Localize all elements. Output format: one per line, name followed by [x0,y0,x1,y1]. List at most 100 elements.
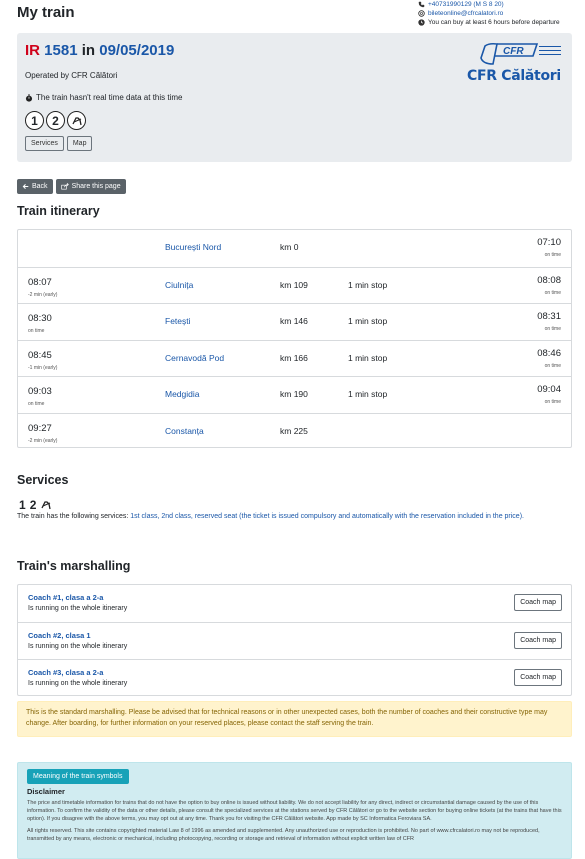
info-panel: Meaning of the train symbols Disclaimer … [17,762,572,859]
itinerary-row: București Nord km 0 07:10 on time [18,230,571,267]
station-link[interactable]: Fetești [165,316,191,326]
coach-map-button[interactable]: Coach map [514,669,562,686]
share-button[interactable]: Share this page [55,179,126,194]
coach-title: Coach #3, clasa a 2-a [28,668,104,677]
stop-duration: 1 min stop [348,352,388,363]
distance-km: km 166 [280,352,308,363]
rights-text: All rights reserved. This site contains … [27,828,540,842]
train-symbols-button[interactable]: Meaning of the train symbols [27,769,129,784]
train-symbols: 1 2 [25,111,86,130]
departure-time: 08:08 [537,274,561,286]
buy-notice: You can buy at least 6 hours before depa… [428,19,560,26]
marshalling-list: Coach #1, clasa a 2-a Is running on the … [17,584,572,696]
reserved-seat-icon[interactable] [67,111,86,130]
services-text-list: 1st class, 2nd class, reserved seat (the… [130,513,524,520]
second-class-icon[interactable]: 2 [46,111,65,130]
realtime-notice-row: The train hasn't real time data at this … [25,93,182,102]
marshalling-title: Train's marshalling [17,559,131,573]
station-link[interactable]: Constanța [165,426,204,436]
itinerary-row: 08:45 -1 min (early) Cernavodă Pod km 16… [18,339,571,377]
first-class-service-icon: 1 [19,498,26,512]
arrival-time: 09:03 [28,386,52,397]
page-title: My train [17,4,75,21]
coach-subtitle: Is running on the whole itinerary [28,643,128,650]
cfr-logo: CFR CFR Călători [467,42,563,88]
services-description: The train has the following services: 1s… [17,512,572,522]
departure-delay: on time [544,399,561,405]
coach-title: Coach #2, clasa 1 [28,631,91,640]
phone-icon [418,1,425,8]
notice-row: You can buy at least 6 hours before depa… [418,18,560,27]
coach-subtitle: Is running on the whole itinerary [28,605,128,612]
services-tab[interactable]: Services [25,136,64,151]
train-category: IR [25,42,40,59]
departure-time: 09:04 [537,384,561,395]
email-link[interactable]: bileteonline@cfrcalatori.ro [428,9,503,18]
map-tab[interactable]: Map [66,136,93,151]
stop-duration: 1 min stop [348,316,388,326]
departure-time: 07:10 [537,237,561,248]
back-button[interactable]: Back [17,179,53,194]
reservation-icon [71,116,82,125]
itinerary-title: Train itinerary [17,204,100,218]
back-label: Back [32,183,48,190]
itinerary-table: București Nord km 0 07:10 on time 08:07 … [17,229,572,448]
at-icon [418,10,425,17]
train-heading: IR 1581 in 09/05/2019 [25,42,174,59]
distance-km: km 190 [280,389,308,399]
stop-duration: 1 min stop [348,389,388,399]
coach-map-button[interactable]: Coach map [514,632,562,649]
action-buttons: Back Share this page [17,179,126,194]
coach-map-button[interactable]: Coach map [514,594,562,611]
arrival-delay: -2 min (early) [28,437,58,444]
departure-time: 08:31 [537,311,561,322]
first-class-icon[interactable]: 1 [25,111,44,130]
disclaimer-title: Disclaimer [27,787,65,796]
station-link[interactable]: Medgidia [165,389,200,399]
distance-km: km 146 [280,316,308,326]
stopwatch-icon [25,93,33,102]
reserved-seat-service-icon [41,501,52,510]
distance-km: km 225 [280,425,308,436]
services-text-lead: The train has the following services: [17,513,131,520]
stop-duration: 1 min stop [348,279,388,290]
services-title: Services [17,473,69,487]
departure-delay: on time [544,289,561,296]
train-number: 1581 [44,42,78,59]
departure-time: 08:46 [537,347,561,359]
phone-link[interactable]: +40731990129 (M S 8 20) [428,0,504,9]
second-class-service-icon: 2 [29,498,37,512]
card-tabs: Services Map [25,136,93,151]
share-label: Share this page [71,183,121,190]
itinerary-row: 08:30 on time Fetești km 146 1 min stop … [18,303,571,340]
arrival-time: 09:27 [28,422,52,434]
coach-row: Coach #2, clasa 1 Is running on the whol… [18,622,571,659]
realtime-notice: The train hasn't real time data at this … [36,93,183,102]
departure-delay: on time [544,362,561,369]
email-row: bileteonline@cfrcalatori.ro [418,9,560,18]
train-card: IR 1581 in 09/05/2019 Operated by CFR Că… [17,33,572,162]
arrival-delay: on time [28,401,45,407]
coach-title: Coach #1, clasa a 2-a [28,593,104,602]
arrival-delay: -1 min (early) [28,364,58,371]
station-link[interactable]: Ciulnița [165,280,193,290]
itinerary-row: 09:27 -2 min (early) Constanța km 225 [18,412,571,450]
departure-delay: on time [544,252,561,258]
phone-row: +40731990129 (M S 8 20) [418,0,560,9]
departure-delay: on time [544,326,561,332]
station-link[interactable]: București Nord [165,242,221,252]
train-in-word: in [81,42,96,59]
clock-icon [418,19,425,26]
distance-km: km 109 [280,279,308,290]
share-icon [60,183,69,190]
contact-info: +40731990129 (M S 8 20) bileteonline@cfr… [418,0,560,27]
station-link[interactable]: Cernavodă Pod [165,353,224,363]
train-date: 09/05/2019 [99,42,175,59]
itinerary-row: 09:03 on time Medgidia km 190 1 min stop… [18,376,571,413]
coach-subtitle: Is running on the whole itinerary [28,680,128,687]
itinerary-row: 08:07 -2 min (early) Ciulnița km 109 1 m… [18,266,571,304]
disclaimer-text: The price and timetable information for … [27,800,562,822]
coach-row: Coach #1, clasa a 2-a Is running on the … [18,585,571,622]
operator: Operated by CFR Călători [25,71,118,80]
arrow-left-icon [22,184,29,189]
